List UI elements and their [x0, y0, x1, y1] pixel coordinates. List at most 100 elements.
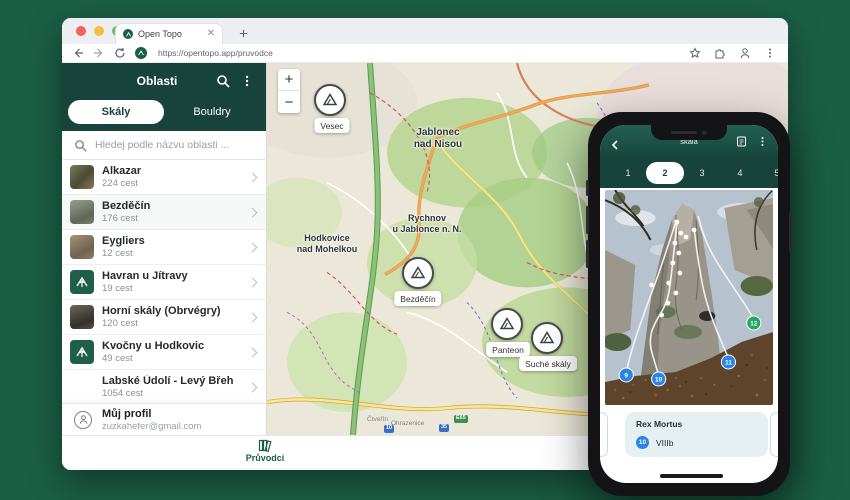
list-item-havran[interactable]: Havran u Jítravy 19 cest	[62, 265, 266, 300]
browser-tab[interactable]: Open Topo ✕	[115, 23, 223, 44]
sector-tab-1[interactable]: 1	[618, 158, 638, 188]
phone-power-button	[789, 212, 792, 252]
map-label-village: Čtveřín	[367, 416, 388, 423]
area-route-count: 224 cest	[102, 178, 241, 189]
map-marker-suche-skaly[interactable]	[531, 322, 563, 354]
bookmark-star-icon[interactable]	[689, 47, 701, 59]
map-marker-label: Bezděčín	[394, 291, 441, 306]
map-label-hodkovice: Hodkovicenad Mohelkou	[279, 233, 375, 255]
map-label-village: Ohrazenice	[391, 420, 424, 427]
area-route-count: 1054 cest	[102, 388, 241, 399]
sector-tabs: 1 2 3 4 5	[600, 158, 778, 188]
zoom-out-button[interactable]: −	[278, 91, 300, 113]
area-thumbnail	[70, 200, 94, 224]
list-item-bezdecin[interactable]: Bezděčín 176 cest	[62, 195, 266, 230]
phone-volume-up-button	[586, 206, 589, 234]
area-name: Havran u Jítravy	[102, 270, 241, 282]
areas-sidebar: Oblasti Skály Bouldry Hledej podle názvu…	[62, 63, 267, 435]
map-marker-label: Panteon	[486, 342, 530, 357]
area-thumbnail	[70, 235, 94, 259]
carousel-prev-card[interactable]	[600, 412, 608, 457]
list-item-labske-udoli[interactable]: Labské Údolí - Levý Břeh 1054 cest	[62, 370, 266, 403]
nav-item-pruvodci[interactable]: Průvodci	[230, 439, 300, 463]
phone-camera	[702, 130, 707, 135]
map-label-jablonec: Jablonecnad Nisou	[395, 127, 481, 151]
sector-tab-5[interactable]: 5	[767, 158, 778, 188]
route-name: Rex Mortus	[636, 419, 757, 429]
profile-email: zuzkahefer@gmail.com	[102, 421, 201, 432]
list-item-kvocny[interactable]: Kvočny u Hodkovic 49 cest	[62, 335, 266, 370]
area-name: Horní skály (Obrvégry)	[102, 305, 241, 317]
map-marker-panteon[interactable]	[491, 308, 523, 340]
map-zoom-control: + −	[278, 69, 300, 113]
area-logo-icon	[70, 340, 94, 364]
chevron-right-icon	[248, 312, 258, 322]
route-badge-11[interactable]: 11	[725, 360, 732, 367]
chevron-right-icon	[248, 207, 258, 217]
new-tab-button[interactable]	[234, 24, 252, 42]
profile-icon[interactable]	[739, 47, 751, 59]
sidebar-menu-icon[interactable]	[240, 74, 254, 88]
phone-mute-switch	[586, 180, 589, 196]
back-icon[interactable]	[72, 47, 84, 59]
route-badge-12[interactable]: 12	[750, 321, 758, 328]
search-icon[interactable]	[216, 74, 230, 88]
zoom-in-button[interactable]: +	[278, 69, 300, 91]
tab-close-icon[interactable]: ✕	[207, 29, 215, 39]
phone-screen: skála 1 2 3 4 5	[600, 125, 778, 483]
home-indicator[interactable]	[660, 474, 723, 478]
chevron-right-icon	[248, 347, 258, 357]
route-badge-10[interactable]: 10	[655, 377, 663, 384]
phone-mockup: skála 1 2 3 4 5	[588, 112, 790, 496]
chevron-right-icon	[248, 277, 258, 287]
map-marker-label: Suché skály	[519, 356, 577, 371]
road-shield: E65	[454, 415, 468, 423]
road-shield: 10	[384, 425, 394, 433]
profile-name: Můj profil	[102, 408, 201, 420]
browser-toolbar: https://opentopo.app/pruvodce	[62, 44, 788, 63]
profile-row[interactable]: Můj profil zuzkahefer@gmail.com	[62, 403, 266, 435]
chevron-right-icon	[248, 382, 258, 392]
close-window-button[interactable]	[76, 26, 86, 36]
avatar	[74, 411, 92, 429]
area-name: Kvočny u Hodkovic	[102, 340, 241, 352]
sector-tab-3[interactable]: 3	[692, 158, 712, 188]
route-badge-9[interactable]: 9	[624, 373, 628, 380]
tab-title: Open Topo	[138, 29, 202, 39]
map-marker-vesec[interactable]	[314, 84, 346, 116]
route-card[interactable]: Rex Mortus 10 VIIIb	[625, 412, 768, 457]
sector-tab-2-active[interactable]: 2	[646, 162, 684, 184]
page-title: Oblasti	[74, 74, 206, 88]
chevron-right-icon	[248, 172, 258, 182]
map-marker-bezdecin[interactable]	[402, 257, 434, 289]
chevron-right-icon	[248, 242, 258, 252]
tab-bouldry[interactable]: Bouldry	[164, 100, 260, 124]
list-item-eygliers[interactable]: Eygliers 12 cest	[62, 230, 266, 265]
sector-tab-4[interactable]: 4	[730, 158, 750, 188]
search-input[interactable]: Hledej podle názvu oblasti ...	[62, 131, 266, 160]
list-item-alkazar[interactable]: Alkazar 224 cest	[62, 160, 266, 195]
phone-notch	[651, 125, 727, 140]
area-route-count: 49 cest	[102, 353, 241, 364]
forward-icon[interactable]	[93, 47, 105, 59]
area-route-count: 12 cest	[102, 248, 241, 259]
area-thumbnail	[70, 165, 94, 189]
road-shield: 35	[439, 424, 449, 432]
url-text[interactable]: https://opentopo.app/pruvodce	[158, 48, 680, 58]
browser-menu-icon[interactable]	[764, 47, 776, 59]
map-label-rychnov: Rychnovu Jablonce n. N.	[372, 213, 482, 235]
carousel-next-card[interactable]	[770, 412, 778, 457]
area-route-count: 19 cest	[102, 283, 241, 294]
sidebar-header: Oblasti	[62, 63, 266, 98]
search-placeholder: Hledej podle názvu oblasti ...	[95, 139, 229, 151]
phone-volume-down-button	[586, 240, 589, 268]
tab-skaly[interactable]: Skály	[68, 100, 164, 124]
browser-tabstrip: Open Topo ✕	[62, 18, 788, 44]
reload-icon[interactable]	[114, 47, 126, 59]
area-name: Labské Údolí - Levý Břeh	[102, 375, 241, 387]
site-favicon-icon	[123, 29, 133, 39]
extensions-icon[interactable]	[714, 47, 726, 59]
list-item-horni-skaly[interactable]: Horní skály (Obrvégry) 120 cest	[62, 300, 266, 335]
minimize-window-button[interactable]	[94, 26, 104, 36]
route-photo[interactable]: 9 10 11 12	[605, 190, 773, 405]
